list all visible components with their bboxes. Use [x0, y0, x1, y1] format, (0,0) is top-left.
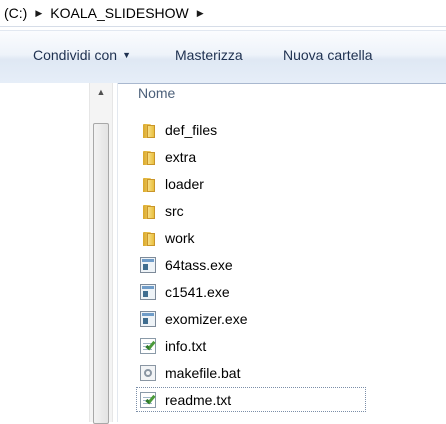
folder-icon: [140, 149, 156, 165]
folder-icon: [140, 122, 156, 138]
folder-icon: [140, 230, 156, 246]
new-folder-button[interactable]: Nuova cartella: [283, 47, 373, 63]
text-file-icon: [140, 391, 156, 408]
chevron-right-icon[interactable]: ▶: [35, 8, 42, 19]
chevron-right-icon[interactable]: ▶: [197, 8, 204, 19]
folder-icon: [140, 203, 156, 219]
list-item[interactable]: info.txt: [136, 333, 366, 358]
list-item[interactable]: c1541.exe: [136, 279, 366, 304]
list-item[interactable]: 64tass.exe: [136, 252, 366, 277]
executable-icon: [140, 310, 156, 327]
file-name: info.txt: [165, 337, 207, 354]
file-name: loader: [165, 175, 204, 192]
file-list: def_files extra loader src work 64tass.e…: [136, 117, 366, 414]
file-name: c1541.exe: [165, 283, 230, 300]
share-with-label: Condividi con: [33, 47, 118, 63]
file-name: exomizer.exe: [165, 310, 248, 327]
executable-icon: [140, 283, 156, 300]
file-name: work: [165, 229, 195, 246]
column-header-name[interactable]: Nome: [138, 85, 175, 101]
file-name: def_files: [165, 121, 218, 138]
list-item[interactable]: work: [136, 225, 366, 250]
scroll-up-icon[interactable]: ▲: [90, 83, 112, 101]
address-segment-folder[interactable]: KOALA_SLIDESHOW: [50, 5, 189, 21]
list-item[interactable]: src: [136, 198, 366, 223]
list-item[interactable]: def_files: [136, 117, 366, 142]
list-item[interactable]: loader: [136, 171, 366, 196]
navigation-scrollbar[interactable]: ▲: [89, 83, 113, 424]
file-name: 64tass.exe: [165, 256, 233, 273]
chevron-down-icon: ▼: [122, 50, 131, 60]
file-name: src: [165, 202, 184, 219]
executable-icon: [140, 256, 156, 273]
file-name: extra: [165, 148, 197, 165]
burn-button[interactable]: Masterizza: [175, 47, 243, 63]
address-segment-drive[interactable]: (C:): [0, 5, 27, 21]
scrollbar-thumb[interactable]: [93, 123, 109, 424]
list-item[interactable]: makefile.bat: [136, 360, 366, 385]
command-bar: Condividi con ▼ Masterizza Nuova cartella: [0, 30, 446, 84]
list-item[interactable]: extra: [136, 144, 366, 169]
share-with-button[interactable]: Condividi con ▼: [33, 47, 131, 63]
folder-icon: [140, 176, 156, 192]
file-name: readme.txt: [165, 391, 232, 408]
text-file-icon: [140, 337, 156, 354]
list-item[interactable]: exomizer.exe: [136, 306, 366, 331]
batch-file-icon: [140, 364, 156, 381]
file-name: makefile.bat: [165, 364, 241, 381]
list-item[interactable]: readme.txt: [136, 387, 366, 412]
pane-divider[interactable]: [117, 83, 118, 422]
address-bar[interactable]: (C:) ▶ KOALA_SLIDESHOW ▶: [0, 0, 446, 27]
